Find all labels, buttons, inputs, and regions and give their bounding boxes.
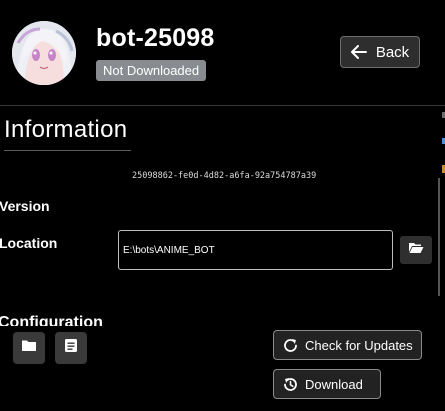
version-label: Version — [0, 198, 50, 214]
document-icon — [64, 338, 78, 358]
arrow-left-icon — [350, 45, 367, 59]
scrollbar[interactable] — [438, 178, 440, 296]
folder-icon — [21, 339, 37, 357]
download-label: Download — [305, 376, 363, 392]
check-for-updates-button[interactable]: Check for Updates — [273, 330, 422, 360]
back-button[interactable]: Back — [340, 36, 420, 68]
configuration-label: Configuration — [0, 314, 103, 326]
folder-open-icon — [408, 241, 424, 259]
status-badge: Not Downloaded — [96, 60, 207, 81]
browse-location-button[interactable] — [400, 236, 432, 264]
download-button[interactable]: Download — [273, 369, 381, 399]
refresh-icon — [282, 337, 299, 354]
bot-header: bot-25098 Not Downloaded Back — [0, 0, 445, 106]
information-heading: Information — [4, 116, 131, 151]
open-folder-button[interactable] — [13, 332, 45, 364]
bot-uuid: 25098862-fe0d-4d82-a6fa-92a754787a39 — [132, 171, 317, 181]
check-for-updates-label: Check for Updates — [305, 337, 413, 353]
location-label: Location — [0, 235, 58, 251]
bot-avatar — [12, 21, 76, 85]
history-icon — [282, 376, 299, 393]
back-button-label: Back — [375, 43, 410, 61]
location-input[interactable] — [118, 230, 393, 270]
bot-name: bot-25098 — [96, 24, 215, 52]
open-log-button[interactable] — [55, 332, 87, 364]
